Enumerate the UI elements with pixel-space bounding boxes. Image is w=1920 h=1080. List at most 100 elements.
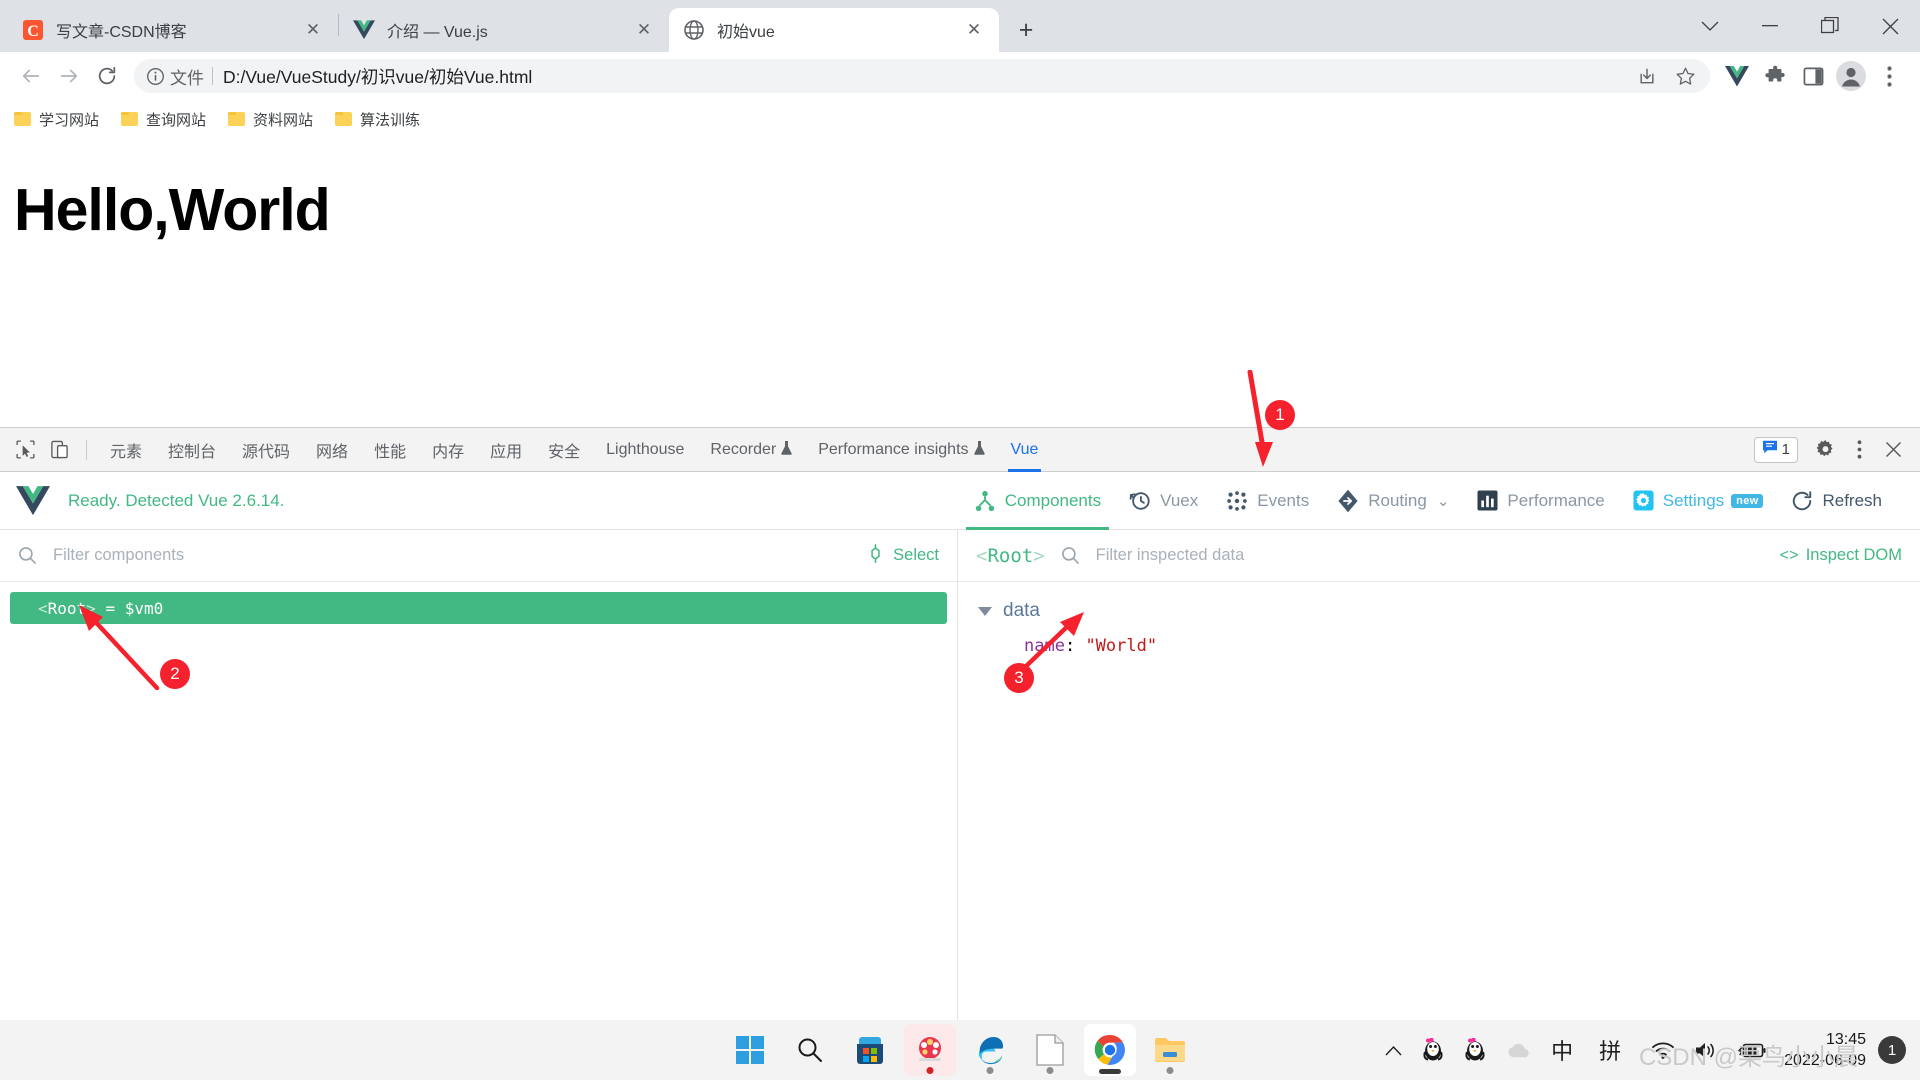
vue-nav-vuex[interactable]: Vuex bbox=[1115, 472, 1212, 530]
ime-chinese-icon[interactable]: 中 bbox=[1541, 1027, 1583, 1073]
vue-nav-refresh[interactable]: Refresh bbox=[1777, 472, 1904, 530]
history-clock-icon bbox=[1129, 490, 1151, 512]
inspect-element-icon[interactable] bbox=[8, 433, 42, 467]
microsoft-edge-icon[interactable] bbox=[964, 1024, 1016, 1076]
new-tab-button[interactable]: + bbox=[1009, 13, 1043, 47]
devtools-tab-network[interactable]: 网络 bbox=[303, 428, 361, 472]
refresh-icon bbox=[1791, 490, 1813, 512]
tag-open-bracket: < bbox=[38, 598, 48, 618]
devtools-tab-security[interactable]: 安全 bbox=[535, 428, 593, 472]
devtools-tab-elements[interactable]: 元素 bbox=[97, 428, 155, 472]
google-chrome-icon[interactable] bbox=[1084, 1024, 1136, 1076]
reload-button[interactable] bbox=[88, 57, 126, 95]
data-property-row[interactable]: name: "World" bbox=[958, 636, 1920, 656]
vue-devtools-extension-icon[interactable] bbox=[1718, 57, 1756, 95]
taskbar-apps bbox=[724, 1024, 1196, 1076]
bookmark-item-3[interactable]: 算法训练 bbox=[335, 109, 420, 130]
minimize-button[interactable] bbox=[1740, 0, 1800, 52]
search-icon bbox=[1061, 546, 1080, 565]
vue-nav-components[interactable]: Components bbox=[960, 472, 1115, 530]
devtools-close-icon[interactable] bbox=[1876, 433, 1910, 467]
events-dots-icon bbox=[1226, 490, 1248, 512]
chevron-up-icon[interactable] bbox=[1375, 1027, 1412, 1073]
qq-penguin-icon[interactable] bbox=[1412, 1027, 1454, 1073]
new-badge: new bbox=[1731, 493, 1764, 508]
address-bar[interactable]: 文件 D:/Vue/VueStudy/初识vue/初始Vue.html bbox=[134, 59, 1710, 93]
folder-icon bbox=[121, 112, 139, 126]
star-icon[interactable] bbox=[1666, 57, 1704, 95]
bar-chart-icon bbox=[1477, 490, 1498, 511]
ime-pinyin-icon[interactable]: 拼 bbox=[1583, 1027, 1631, 1073]
vue-nav-routing[interactable]: Routing ⌄ bbox=[1323, 472, 1463, 530]
vue-nav-settings[interactable]: Settings new bbox=[1619, 472, 1778, 530]
devtools-tab-label: Recorder bbox=[710, 440, 777, 458]
notification-badge[interactable]: 1 bbox=[1878, 1036, 1906, 1064]
vue-nav-events[interactable]: Events bbox=[1212, 472, 1323, 530]
back-button[interactable] bbox=[12, 57, 50, 95]
browser-tab-1[interactable]: 介绍 — Vue.js ✕ bbox=[339, 8, 669, 52]
caret-down-icon[interactable] bbox=[978, 606, 992, 616]
component-tree-row-root[interactable]: < Root > = $vm0 bbox=[10, 592, 947, 624]
close-window-button[interactable] bbox=[1860, 0, 1920, 52]
chevron-down-icon[interactable]: ⌄ bbox=[1437, 492, 1450, 510]
bookmarks-bar: 学习网站 查询网站 资料网站 算法训练 bbox=[0, 100, 1920, 138]
select-component-button[interactable]: Select bbox=[866, 543, 939, 568]
devtools-tab-lighthouse[interactable]: Lighthouse bbox=[593, 428, 697, 472]
vue-nav-label: Settings bbox=[1662, 490, 1725, 510]
tab-title: 介绍 — Vue.js bbox=[387, 24, 488, 41]
property-value: "World" bbox=[1085, 636, 1158, 656]
vue-nav-performance[interactable]: Performance bbox=[1463, 472, 1618, 530]
tab-close-button[interactable]: ✕ bbox=[961, 17, 987, 43]
select-label: Select bbox=[893, 546, 939, 564]
windows-taskbar: 中 拼 13:45 2022-06-09 1 CSDN @栗鸟小小晨 bbox=[0, 1020, 1920, 1080]
share-icon[interactable] bbox=[1628, 57, 1666, 95]
devtools-tab-vue[interactable]: Vue bbox=[998, 428, 1052, 472]
bookmark-item-1[interactable]: 查询网站 bbox=[121, 109, 206, 130]
issues-badge[interactable]: 1 bbox=[1753, 436, 1798, 463]
tab-title: 写文章-CSDN博客 bbox=[56, 24, 187, 41]
onedrive-cloud-icon[interactable] bbox=[1496, 1027, 1541, 1073]
devtools-tab-memory[interactable]: 内存 bbox=[419, 428, 477, 472]
avatar-icon[interactable] bbox=[1832, 57, 1870, 95]
qq-penguin-2-icon[interactable] bbox=[1454, 1027, 1496, 1073]
tab-close-button[interactable]: ✕ bbox=[631, 17, 657, 43]
devtools-divider bbox=[86, 439, 87, 460]
start-windows-icon[interactable] bbox=[724, 1024, 776, 1076]
inspect-dom-button[interactable]: <> Inspect DOM bbox=[1780, 546, 1902, 565]
data-section-header[interactable]: data bbox=[958, 600, 1920, 622]
devtools-tab-console[interactable]: 控制台 bbox=[155, 428, 229, 472]
puzzle-icon[interactable] bbox=[1756, 57, 1794, 95]
kebab-menu-icon[interactable] bbox=[1870, 57, 1908, 95]
tab-title: 初始vue bbox=[717, 24, 775, 41]
forward-button[interactable] bbox=[50, 57, 88, 95]
device-toolbar-icon[interactable] bbox=[42, 433, 76, 467]
devtools-tab-performance[interactable]: 性能 bbox=[361, 428, 419, 472]
maximize-button[interactable] bbox=[1800, 0, 1860, 52]
gear-icon[interactable] bbox=[1808, 433, 1842, 467]
info-circle-icon[interactable] bbox=[142, 63, 168, 89]
devtools-tab-sources[interactable]: 源代码 bbox=[229, 428, 303, 472]
bookmark-item-2[interactable]: 资料网站 bbox=[228, 109, 313, 130]
devtools-more-icon[interactable] bbox=[1842, 433, 1876, 467]
filter-inspected-data-input[interactable] bbox=[1093, 545, 1780, 566]
csdn-icon: C bbox=[22, 19, 44, 41]
property-separator: : bbox=[1064, 636, 1086, 656]
devtools-tab-recorder[interactable]: Recorder bbox=[697, 428, 805, 472]
game-app-icon[interactable] bbox=[904, 1024, 956, 1076]
search-icon[interactable] bbox=[784, 1024, 836, 1076]
filter-components-input[interactable] bbox=[51, 545, 867, 566]
devtools-tab-label: Performance insights bbox=[818, 440, 969, 458]
component-name-text: Root bbox=[987, 544, 1034, 567]
devtools-tab-performance-insights[interactable]: Performance insights bbox=[805, 428, 997, 472]
tab-close-button[interactable]: ✕ bbox=[300, 17, 326, 43]
browser-tab-0[interactable]: C 写文章-CSDN博客 ✕ bbox=[8, 8, 338, 52]
tab-search-button[interactable] bbox=[1680, 0, 1740, 52]
file-explorer-icon[interactable] bbox=[1144, 1024, 1196, 1076]
browser-tab-2[interactable]: 初始vue ✕ bbox=[669, 8, 999, 52]
vue-devtools-body: Select <Root> = $vm0 bbox=[0, 530, 1920, 1020]
side-panel-icon[interactable] bbox=[1794, 57, 1832, 95]
microsoft-store-icon[interactable] bbox=[844, 1024, 896, 1076]
bookmark-item-0[interactable]: 学习网站 bbox=[14, 109, 99, 130]
notepad-icon[interactable] bbox=[1024, 1024, 1076, 1076]
devtools-tab-application[interactable]: 应用 bbox=[477, 428, 535, 472]
